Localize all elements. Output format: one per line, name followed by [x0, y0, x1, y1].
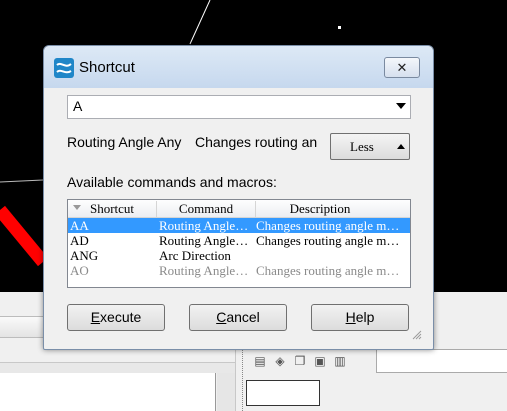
cell-shortcut: AD [70, 233, 89, 248]
toolbar-field[interactable] [376, 349, 507, 373]
title-bar[interactable]: Shortcut ✕ [44, 46, 433, 88]
command-description: Changes routing an [195, 134, 318, 150]
close-icon: ✕ [396, 60, 408, 75]
copy-icon[interactable]: ❐ [292, 353, 308, 369]
canvas-line [0, 179, 44, 183]
shortcut-dialog: Shortcut ✕ A Routing Angle Any Changes r… [43, 45, 434, 350]
cancel-label: ancel [226, 309, 260, 325]
toolbar: ▤ ◈ ❐ ▣ ▥ [252, 350, 348, 372]
resize-grip-icon[interactable] [410, 328, 422, 340]
column-header-description[interactable]: Description [256, 201, 384, 217]
cell-command: Arc Direction [159, 248, 231, 263]
cell-command: Routing Angle… [159, 233, 249, 248]
canvas-dot [338, 26, 341, 29]
document-icon[interactable]: ▥ [332, 353, 348, 369]
less-button[interactable]: Less [330, 133, 410, 160]
panel-divider [0, 362, 235, 373]
dialog-title: Shortcut [79, 59, 135, 76]
list-header: Shortcut Command Description [68, 200, 410, 218]
cell-shortcut: AO [70, 263, 89, 278]
help-accel: H [345, 309, 356, 325]
execute-accel: E [90, 309, 101, 325]
command-name: Routing Angle Any [67, 134, 182, 150]
cell-description: Changes routing angle m… [256, 218, 400, 233]
list-row[interactable]: ANG Arc Direction [68, 248, 410, 263]
list-row[interactable]: AO Routing Angle… Changes routing angle m… [68, 263, 410, 278]
commands-list[interactable]: Shortcut Command Description AA Routing A… [67, 199, 411, 288]
chevron-down-icon[interactable] [396, 103, 406, 109]
list-row[interactable]: AA Routing Angle… Changes routing angle m… [68, 218, 410, 233]
close-button[interactable]: ✕ [384, 57, 420, 78]
cancel-accel: C [216, 309, 227, 325]
cell-shortcut: AA [70, 218, 89, 233]
chevron-up-icon [397, 144, 405, 149]
dialog-body: A Routing Angle Any Changes routing an L… [53, 88, 424, 342]
cell-command: Routing Angle… [159, 218, 249, 233]
cancel-button[interactable]: Cancel [189, 304, 287, 331]
shortcut-input[interactable]: A [67, 95, 411, 119]
execute-button[interactable]: Execute [67, 304, 165, 331]
help-button[interactable]: Help [311, 304, 409, 331]
cell-command: Routing Angle… [159, 263, 249, 278]
cell-description: Changes routing angle m… [256, 263, 400, 278]
paste-icon[interactable]: ▣ [312, 353, 328, 369]
available-label: Available commands and macros: [67, 174, 277, 190]
execute-label: xecute [100, 309, 142, 325]
help-label: elp [355, 309, 375, 325]
cell-shortcut: ANG [70, 248, 99, 263]
panel-scrollbar[interactable] [217, 373, 235, 411]
shortcut-input-value: A [73, 98, 83, 114]
less-button-label: Less [350, 139, 374, 154]
cube-icon[interactable]: ◈ [272, 353, 288, 369]
canvas-line [189, 0, 211, 45]
column-header-shortcut[interactable]: Shortcut [68, 201, 157, 217]
column-header-command[interactable]: Command [157, 201, 256, 217]
panel-tab[interactable] [246, 380, 320, 406]
list-row[interactable]: AD Routing Angle… Changes routing angle m… [68, 233, 410, 248]
shortcut-app-icon [54, 58, 74, 78]
cell-description: Changes routing angle m… [256, 233, 400, 248]
red-trace [0, 205, 49, 267]
properties-icon[interactable]: ▤ [252, 353, 268, 369]
panel-content[interactable] [0, 373, 216, 411]
